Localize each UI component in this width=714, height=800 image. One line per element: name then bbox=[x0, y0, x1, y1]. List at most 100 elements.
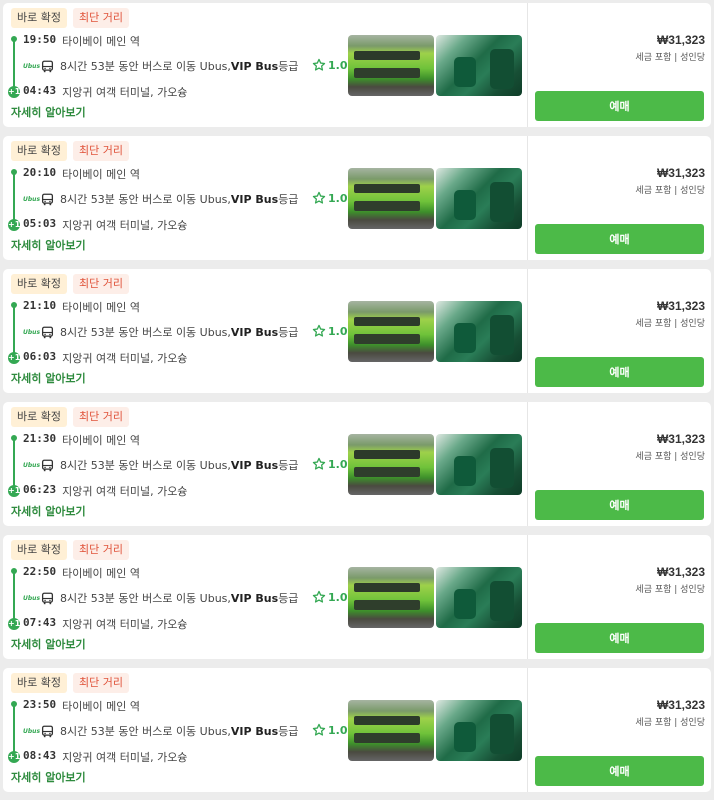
next-day-arrival-marker: +1 bbox=[8, 86, 21, 98]
rating-value: 1.0 bbox=[328, 590, 348, 604]
arrival-station: 지앙귀 여객 터미널, 가오슝 bbox=[62, 618, 188, 631]
arrival-station: 지앙귀 여객 터미널, 가오슝 bbox=[62, 751, 188, 764]
trip-details: 바로 확정 최단 거리 +1 19:50 타이베이 메인 역 Ubus 8시간 … bbox=[3, 3, 528, 127]
bus-interior-photo[interactable] bbox=[436, 35, 522, 96]
star-icon bbox=[312, 324, 326, 337]
arrival: 06:03 지앙귀 여객 터미널, 가오슝 bbox=[23, 350, 187, 366]
more-info-link[interactable]: 자세히 알아보기 bbox=[11, 370, 86, 386]
trip-badges: 바로 확정 최단 거리 bbox=[11, 407, 129, 427]
route-info: Ubus 8시간 53분 동안 버스로 이동 Ubus, VIP Bus 등급 bbox=[23, 723, 298, 739]
route-info: Ubus 8시간 53분 동안 버스로 이동 Ubus, VIP Bus 등급 bbox=[23, 590, 298, 606]
rating: 1.0 bbox=[312, 191, 348, 205]
trip-card[interactable]: 바로 확정 최단 거리 +1 22:50 타이베이 메인 역 Ubus 8시간 … bbox=[3, 535, 711, 659]
trip-card[interactable]: 바로 확정 최단 거리 +1 20:10 타이베이 메인 역 Ubus 8시간 … bbox=[3, 136, 711, 260]
book-button[interactable]: 예매 bbox=[535, 623, 704, 653]
badge-instant-confirm: 바로 확정 bbox=[11, 407, 67, 427]
star-icon bbox=[312, 191, 326, 204]
more-info-link[interactable]: 자세히 알아보기 bbox=[11, 104, 86, 120]
book-button[interactable]: 예매 bbox=[535, 756, 704, 786]
departure: 21:30 타이베이 메인 역 bbox=[23, 432, 140, 448]
star-icon bbox=[312, 590, 326, 603]
bus-exterior-photo[interactable] bbox=[348, 434, 434, 495]
price: ₩31,323 bbox=[656, 432, 705, 446]
badge-instant-confirm: 바로 확정 bbox=[11, 540, 67, 560]
departure-station: 타이베이 메인 역 bbox=[62, 700, 140, 713]
trip-card[interactable]: 바로 확정 최단 거리 +1 21:30 타이베이 메인 역 Ubus 8시간 … bbox=[3, 402, 711, 526]
operator-logo: Ubus bbox=[23, 594, 41, 602]
bus-interior-photo[interactable] bbox=[436, 301, 522, 362]
route-class-suffix: 등급 bbox=[278, 459, 299, 472]
departure-station: 타이베이 메인 역 bbox=[62, 35, 140, 48]
trip-badges: 바로 확정 최단 거리 bbox=[11, 673, 129, 693]
rating-value: 1.0 bbox=[328, 324, 348, 338]
departure-time: 20:10 bbox=[23, 166, 57, 179]
star-icon bbox=[312, 457, 326, 470]
price-note: 세금 포함 | 성인당 bbox=[635, 452, 705, 462]
departure-dot bbox=[11, 435, 17, 441]
price-note: 세금 포함 | 성인당 bbox=[635, 319, 705, 329]
rating-value: 1.0 bbox=[328, 58, 348, 72]
bus-interior-photo[interactable] bbox=[436, 700, 522, 761]
trip-badges: 바로 확정 최단 거리 bbox=[11, 141, 129, 161]
trip-list: 바로 확정 최단 거리 +1 19:50 타이베이 메인 역 Ubus 8시간 … bbox=[0, 0, 714, 792]
bus-exterior-photo[interactable] bbox=[348, 301, 434, 362]
price: ₩31,323 bbox=[656, 565, 705, 579]
bus-exterior-photo[interactable] bbox=[348, 567, 434, 628]
more-info-link[interactable]: 자세히 알아보기 bbox=[11, 237, 86, 253]
bus-interior-photo[interactable] bbox=[436, 168, 522, 229]
arrival-station: 지앙귀 여객 터미널, 가오슝 bbox=[62, 219, 188, 232]
rating: 1.0 bbox=[312, 723, 348, 737]
departure-dot bbox=[11, 169, 17, 175]
more-info-link[interactable]: 자세히 알아보기 bbox=[11, 769, 86, 785]
book-button[interactable]: 예매 bbox=[535, 91, 704, 121]
arrival-station: 지앙귀 여객 터미널, 가오슝 bbox=[62, 86, 188, 99]
badge-instant-confirm: 바로 확정 bbox=[11, 141, 67, 161]
price-note: 세금 포함 | 성인당 bbox=[635, 718, 705, 728]
badge-shortest-distance: 최단 거리 bbox=[72, 8, 129, 28]
price-panel: ₩31,323 세금 포함 | 성인당 예매 bbox=[528, 535, 711, 659]
bus-exterior-photo[interactable] bbox=[348, 35, 434, 96]
price-panel: ₩31,323 세금 포함 | 성인당 예매 bbox=[528, 3, 711, 127]
operator-logo: Ubus bbox=[23, 328, 41, 336]
book-button[interactable]: 예매 bbox=[535, 224, 704, 254]
badge-instant-confirm: 바로 확정 bbox=[11, 274, 67, 294]
more-info-link[interactable]: 자세히 알아보기 bbox=[11, 636, 86, 652]
bus-icon bbox=[41, 60, 54, 72]
bus-exterior-photo[interactable] bbox=[348, 700, 434, 761]
trip-details: 바로 확정 최단 거리 +1 23:50 타이베이 메인 역 Ubus 8시간 … bbox=[3, 668, 528, 792]
next-day-arrival-marker: +1 bbox=[8, 485, 21, 497]
departure: 23:50 타이베이 메인 역 bbox=[23, 698, 140, 714]
arrival-time: 08:43 bbox=[23, 749, 57, 762]
trip-card[interactable]: 바로 확정 최단 거리 +1 19:50 타이베이 메인 역 Ubus 8시간 … bbox=[3, 3, 711, 127]
route-info: Ubus 8시간 53분 동안 버스로 이동 Ubus, VIP Bus 등급 bbox=[23, 58, 298, 74]
star-icon bbox=[312, 723, 326, 736]
bus-class: VIP Bus bbox=[230, 192, 279, 206]
operator-logo: Ubus bbox=[23, 195, 41, 203]
departure-station: 타이베이 메인 역 bbox=[62, 434, 140, 447]
bus-interior-photo[interactable] bbox=[436, 434, 522, 495]
price-note: 세금 포함 | 성인당 bbox=[635, 585, 705, 595]
trip-card[interactable]: 바로 확정 최단 거리 +1 23:50 타이베이 메인 역 Ubus 8시간 … bbox=[3, 668, 711, 792]
route-duration: 8시간 53분 동안 버스로 이동 Ubus, bbox=[60, 459, 231, 472]
more-info-link[interactable]: 자세히 알아보기 bbox=[11, 503, 86, 519]
book-button[interactable]: 예매 bbox=[535, 357, 704, 387]
route-class-suffix: 등급 bbox=[278, 326, 299, 339]
bus-interior-photo[interactable] bbox=[436, 567, 522, 628]
star-icon bbox=[312, 58, 326, 71]
departure-dot bbox=[11, 302, 17, 308]
operator-logo: Ubus bbox=[23, 461, 41, 469]
departure-time: 19:50 bbox=[23, 33, 57, 46]
departure: 21:10 타이베이 메인 역 bbox=[23, 299, 140, 315]
book-button[interactable]: 예매 bbox=[535, 490, 704, 520]
route-duration: 8시간 53분 동안 버스로 이동 Ubus, bbox=[60, 725, 231, 738]
price: ₩31,323 bbox=[656, 166, 705, 180]
price: ₩31,323 bbox=[656, 299, 705, 313]
arrival: 07:43 지앙귀 여객 터미널, 가오슝 bbox=[23, 616, 187, 632]
timeline-line bbox=[13, 305, 15, 357]
trip-details: 바로 확정 최단 거리 +1 21:30 타이베이 메인 역 Ubus 8시간 … bbox=[3, 402, 528, 526]
bus-exterior-photo[interactable] bbox=[348, 168, 434, 229]
trip-card[interactable]: 바로 확정 최단 거리 +1 21:10 타이베이 메인 역 Ubus 8시간 … bbox=[3, 269, 711, 393]
timeline-line bbox=[13, 39, 15, 91]
rating-value: 1.0 bbox=[328, 457, 348, 471]
route-duration: 8시간 53분 동안 버스로 이동 Ubus, bbox=[60, 326, 231, 339]
